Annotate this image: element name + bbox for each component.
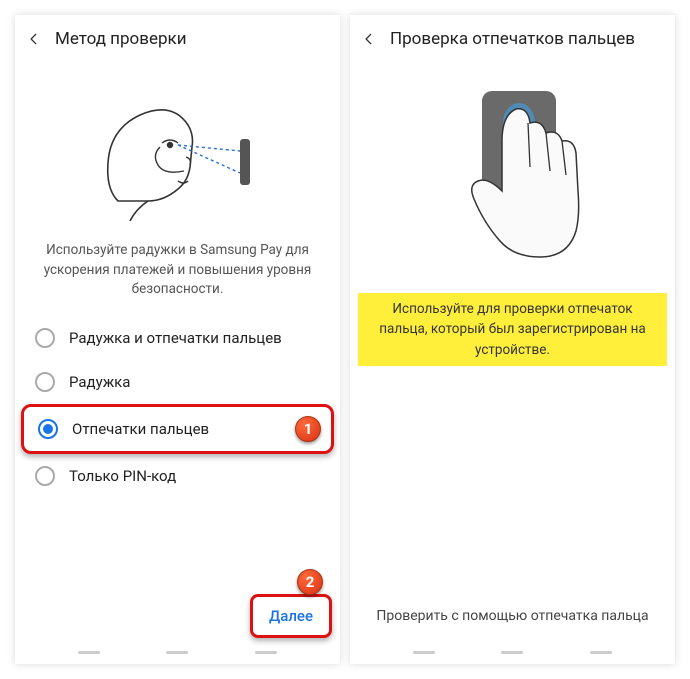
option-iris-and-fingerprint[interactable]: Радужка и отпечатки пальцев <box>21 316 334 360</box>
options-list: Радужка и отпечатки пальцев Радужка Отпе… <box>15 316 340 498</box>
back-icon[interactable] <box>362 32 376 46</box>
fingerprint-hand-illustration <box>350 63 675 281</box>
radio-icon <box>35 372 55 392</box>
android-navbar <box>15 646 340 664</box>
nav-recent-icon[interactable] <box>78 651 100 654</box>
footer: Далее 2 <box>15 586 340 646</box>
nav-home-icon[interactable] <box>501 651 523 654</box>
android-navbar <box>350 646 675 664</box>
description-text: Используйте радужки в Samsung Pay для ус… <box>15 231 340 316</box>
page-title: Проверка отпечатков пальцев <box>390 29 635 49</box>
callout-badge-2: 2 <box>297 569 323 595</box>
header: Метод проверки <box>15 15 340 63</box>
radio-icon <box>35 328 55 348</box>
next-button[interactable]: Далее 2 <box>250 594 332 638</box>
highlighted-instruction: Используйте для проверки отпечаток пальц… <box>358 293 667 366</box>
option-label: Радужка и отпечатки пальцев <box>69 329 282 347</box>
radio-icon <box>38 419 58 439</box>
option-fingerprint[interactable]: Отпечатки пальцев 1 <box>21 404 334 454</box>
option-pin-only[interactable]: Только PIN-код <box>21 454 334 498</box>
verify-footer-text: Проверить с помощью отпечатка пальца <box>350 592 675 646</box>
screen-verification-method: Метод проверки Используйте радужки в Sam… <box>15 15 340 664</box>
page-title: Метод проверки <box>55 29 187 49</box>
option-iris[interactable]: Радужка <box>21 360 334 404</box>
option-label: Отпечатки пальцев <box>72 420 209 438</box>
iris-scan-illustration <box>15 63 340 231</box>
option-label: Только PIN-код <box>69 467 176 485</box>
header: Проверка отпечатков пальцев <box>350 15 675 63</box>
nav-back-icon[interactable] <box>255 651 277 654</box>
nav-home-icon[interactable] <box>166 651 188 654</box>
next-button-label: Далее <box>269 607 313 625</box>
option-label: Радужка <box>69 373 130 391</box>
nav-recent-icon[interactable] <box>413 651 435 654</box>
screen-fingerprint-verify: Проверка отпечатков пальцев Используйте … <box>350 15 675 664</box>
nav-back-icon[interactable] <box>590 651 612 654</box>
radio-icon <box>35 466 55 486</box>
callout-badge-1: 1 <box>295 416 321 442</box>
back-icon[interactable] <box>27 32 41 46</box>
